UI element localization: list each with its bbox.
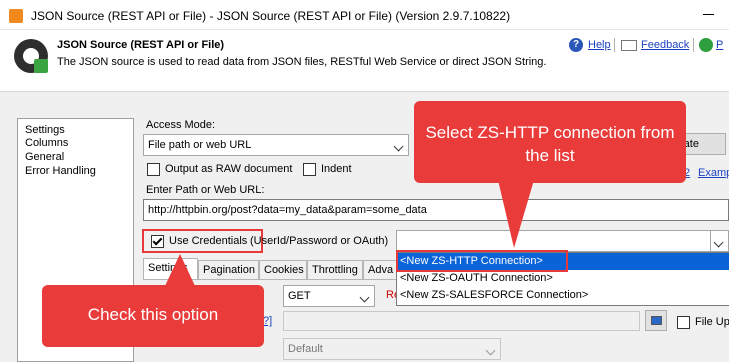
access-mode-select[interactable]: File path or web URL [143,134,409,156]
chevron-down-icon [359,292,370,303]
use-credentials-checkbox[interactable] [151,235,164,248]
tab-cookies[interactable]: Cookies [259,260,307,279]
connection-select[interactable] [396,230,729,252]
json-source-logo-icon [14,39,48,73]
help-link[interactable]: Help [588,39,611,51]
file-upload-checkbox[interactable] [677,316,690,329]
app-icon [9,9,23,23]
access-mode-value: File path or web URL [148,139,252,151]
help-fragment-link[interactable]: ?] [263,315,272,327]
sidebar-item-settings[interactable]: Settings [25,124,65,136]
dropdown-option-zs-oauth[interactable]: <New ZS-OAUTH Connection> [397,270,729,287]
sidebar-item-error-handling[interactable]: Error Handling [25,165,96,177]
callout-pointer-arrow [165,254,195,286]
output-raw-label: Output as RAW document [165,163,293,175]
minimize-icon[interactable] [703,14,714,15]
tab-pagination[interactable]: Pagination [198,260,259,279]
path-label: Enter Path or Web URL: [146,184,265,196]
divider [693,38,694,52]
chevron-down-icon [393,141,404,152]
edit-icon [651,316,662,325]
window-title: JSON Source (REST API or File) - JSON So… [31,9,511,23]
file-upload-label: File Upl [695,316,729,328]
divider [614,38,615,52]
product-icon[interactable] [699,38,713,52]
sidebar-item-general[interactable]: General [25,151,64,163]
sidebar-item-columns[interactable]: Columns [25,137,68,149]
use-credentials-hint: (UserId/Password or OAuth) [250,235,389,247]
edit-button[interactable] [645,310,667,331]
encoding-value: Default [288,343,323,355]
http-method-value: GET [288,290,311,302]
http-method-select[interactable]: GET [283,285,375,307]
help-icon[interactable]: ? [569,38,583,52]
chevron-down-icon [485,345,496,356]
access-mode-label: Access Mode: [146,119,216,131]
select-connection-callout: Select ZS-HTTP connection from the list [414,101,686,183]
header: JSON Source (REST API or File) The JSON … [0,30,729,92]
examples-link[interactable]: Examp [698,167,729,179]
dropdown-option-zs-salesforce[interactable]: <New ZS-SALESFORCE Connection> [397,287,729,304]
output-raw-checkbox[interactable] [147,163,160,176]
tab-throttling[interactable]: Throttling [307,260,363,279]
component-title: JSON Source (REST API or File) [57,39,225,51]
component-description: The JSON source is used to read data fro… [57,56,547,68]
path-value: http://httpbin.org/post?data=my_data&par… [148,204,427,216]
title-bar: JSON Source (REST API or File) - JSON So… [0,0,729,30]
body-input[interactable] [283,311,640,331]
path-input[interactable]: http://httpbin.org/post?data=my_data&par… [143,199,729,221]
indent-checkbox[interactable] [303,163,316,176]
indent-label: Indent [321,163,352,175]
checkmark-icon [152,235,163,246]
feedback-mail-icon[interactable] [621,40,637,51]
callout-pointer-arrow [498,180,534,248]
encoding-select[interactable]: Default [283,338,501,360]
product-link[interactable]: P [716,39,723,51]
feedback-link[interactable]: Feedback [641,39,689,51]
use-credentials-label: Use Credentials [169,235,248,247]
check-option-callout: Check this option [42,285,264,347]
